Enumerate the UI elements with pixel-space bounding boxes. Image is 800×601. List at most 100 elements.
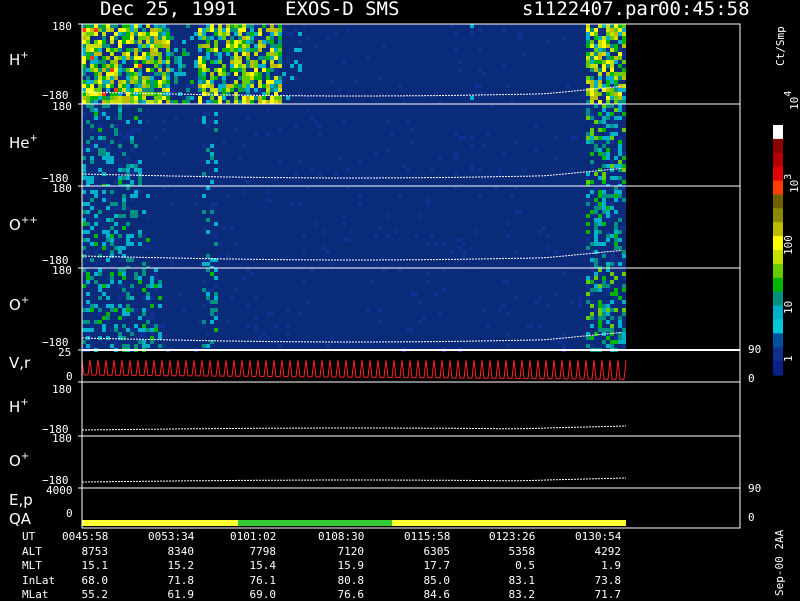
pixel — [590, 324, 594, 328]
pixel — [622, 128, 626, 132]
pixel — [154, 72, 158, 76]
pixel — [86, 64, 90, 68]
pixel — [102, 268, 106, 272]
pixel — [142, 40, 146, 44]
pixel — [202, 84, 206, 88]
pixel — [254, 72, 258, 76]
pixel — [142, 246, 146, 250]
pixel — [246, 100, 250, 104]
pixel — [214, 202, 218, 206]
pixel — [150, 284, 154, 288]
pixel — [170, 88, 174, 92]
pixel — [102, 136, 106, 140]
pixel — [410, 128, 414, 132]
pixel — [106, 304, 110, 308]
pixel — [222, 64, 226, 68]
pixel — [106, 238, 110, 242]
pixel — [106, 336, 110, 340]
pixel — [86, 258, 90, 262]
pixel — [286, 308, 290, 312]
pixel — [614, 108, 618, 112]
pixel — [274, 324, 278, 328]
pixel — [594, 120, 598, 124]
pixel — [142, 84, 146, 88]
pixel — [122, 52, 126, 56]
pixel — [206, 44, 210, 48]
pixel — [122, 206, 126, 210]
pixel — [158, 72, 162, 76]
pixel — [250, 40, 254, 44]
pixel — [618, 64, 622, 68]
pixel — [126, 164, 130, 168]
pixel — [86, 52, 90, 56]
colorbar-swatch — [773, 180, 783, 195]
pixel — [230, 60, 234, 64]
pixel — [110, 32, 114, 36]
pixel — [610, 160, 614, 164]
pixel — [206, 88, 210, 92]
pixel — [270, 84, 274, 88]
pixel — [238, 88, 242, 92]
pixel — [94, 52, 98, 56]
pixel — [86, 100, 90, 104]
pixel — [170, 100, 174, 104]
pixel — [598, 68, 602, 72]
pixel — [598, 176, 602, 180]
pixel — [174, 72, 178, 76]
pixel — [110, 56, 114, 60]
pixel — [502, 64, 506, 68]
pixel — [262, 56, 266, 60]
pixel — [178, 292, 182, 296]
pixel — [234, 40, 238, 44]
pixel — [154, 88, 158, 92]
pixel — [590, 336, 594, 340]
pixel — [618, 56, 622, 60]
pixel — [506, 312, 510, 316]
pixel — [606, 48, 610, 52]
pixel — [534, 198, 538, 202]
pixel — [590, 48, 594, 52]
pixel — [138, 340, 142, 344]
pixel — [242, 52, 246, 56]
pixel — [278, 80, 282, 84]
pixel — [106, 104, 110, 108]
pixel — [214, 328, 218, 332]
pixel — [90, 242, 94, 246]
pixel — [214, 48, 218, 52]
pixel — [102, 100, 106, 104]
pixel — [594, 202, 598, 206]
pixel — [222, 88, 226, 92]
pixel — [82, 308, 86, 312]
pixel — [586, 316, 590, 320]
pixel — [258, 64, 262, 68]
pixel — [90, 68, 94, 72]
pixel — [158, 84, 162, 88]
pixel — [606, 140, 610, 144]
pixel — [590, 242, 594, 246]
pixel — [618, 24, 622, 28]
pixel — [218, 96, 222, 100]
pixel — [590, 76, 594, 80]
pixel — [590, 180, 594, 184]
pixel — [518, 210, 522, 214]
pixel — [114, 60, 118, 64]
pixel — [202, 210, 206, 214]
pixel — [606, 218, 610, 222]
he-plus-spectrogram-bg — [82, 104, 626, 186]
pixel — [242, 48, 246, 52]
pixel — [594, 272, 598, 276]
pixel — [134, 190, 138, 194]
pixel — [546, 234, 550, 238]
pixel — [82, 190, 86, 194]
pixel — [298, 48, 302, 52]
pixel — [162, 24, 166, 28]
pixel — [586, 284, 590, 288]
pixel — [250, 100, 254, 104]
pixel — [262, 76, 266, 80]
pixel — [498, 308, 502, 312]
pixel — [110, 202, 114, 206]
pixel — [174, 76, 178, 80]
pixel — [90, 156, 94, 160]
pixel — [274, 36, 278, 40]
pixel — [514, 140, 518, 144]
